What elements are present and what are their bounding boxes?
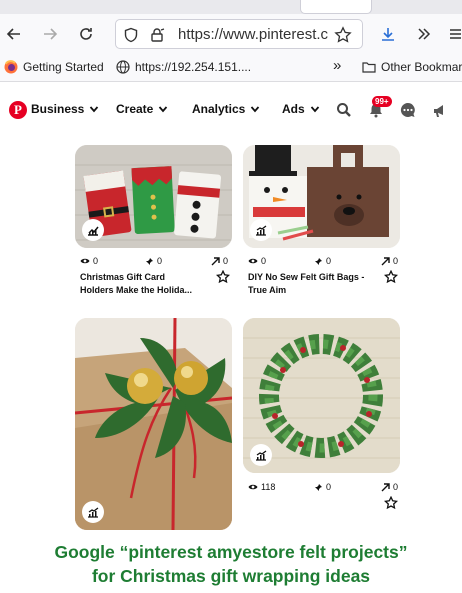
pin-title-line: Christmas Gift Card (80, 272, 166, 282)
pinterest-logo[interactable]: P (9, 101, 27, 119)
menu-label: Business (31, 102, 85, 116)
bookmark-label: Getting Started (23, 60, 104, 74)
analytics-chart-icon (256, 450, 267, 461)
pin-saves: 0 (314, 482, 331, 492)
favorite-star-icon[interactable] (384, 496, 398, 510)
overflow-chevron: » (333, 57, 342, 74)
caption-line: Google “pinterest amyestore felt project… (54, 542, 408, 562)
impressions-count: 0 (261, 256, 267, 266)
url-bar[interactable]: https://www.pinterest.c (115, 19, 363, 49)
eye-icon (248, 258, 258, 264)
pin-save-icon (315, 257, 322, 265)
pin-stats-button[interactable] (250, 219, 272, 241)
pin-title[interactable]: DIY No Sew Felt Gift Bags - True Aim (248, 271, 378, 297)
chevron-down-icon (159, 106, 168, 113)
saves-count: 0 (157, 256, 163, 266)
bookmark-label: Other Bookmar (381, 60, 462, 74)
caption-line: for Christmas gift wrapping ideas (91, 566, 371, 586)
bookmark-getting-started[interactable]: Getting Started (4, 60, 104, 74)
impressions-count: 118 (261, 482, 276, 492)
reload-icon[interactable] (74, 22, 98, 46)
saves-count: 0 (326, 482, 332, 492)
pin-title-line: DIY No Sew Felt Gift Bags - (248, 272, 365, 282)
chevron-down-icon (310, 106, 319, 113)
firefox-icon (4, 60, 18, 74)
chevron-down-icon (90, 106, 99, 113)
menu-label: Create (116, 102, 154, 116)
browser-toolbar: https://www.pinterest.c (0, 14, 462, 54)
chevron-down-icon (251, 106, 260, 113)
clicks-count: 0 (393, 482, 399, 492)
search-icon[interactable] (334, 100, 354, 120)
globe-icon (116, 60, 130, 74)
pin-title-line: True Aim (248, 285, 287, 295)
pin-saves: 0 (145, 256, 162, 266)
notifications-badge: 99+ (372, 96, 392, 107)
messages-icon[interactable] (398, 100, 418, 120)
pin-image[interactable] (243, 318, 400, 473)
caption-text: Google “pinterest amyestore felt project… (0, 540, 462, 588)
pin-image[interactable] (75, 145, 232, 248)
analytics-chart-icon (256, 225, 267, 236)
pin-outbound-clicks: 0 (381, 482, 398, 492)
pin-impressions: 0 (80, 256, 98, 266)
outbound-arrow-icon (381, 256, 390, 265)
pin-image[interactable] (243, 145, 400, 248)
forward-icon[interactable] (38, 22, 62, 46)
lock-icon[interactable] (148, 26, 166, 44)
impressions-count: 0 (93, 256, 99, 266)
url-text[interactable]: https://www.pinterest.c (178, 26, 328, 43)
tab-strip (0, 0, 462, 14)
menu-business[interactable]: Business (31, 102, 99, 116)
pinterest-nav: P Business Create Analytics Ads (0, 92, 462, 128)
bookmark-label: https://192.254.151.... (135, 60, 252, 74)
pin-save-icon (315, 483, 322, 491)
back-icon[interactable] (2, 22, 26, 46)
pin-stats-button[interactable] (82, 501, 104, 523)
pin-title-line: Holders Make the Holida... (80, 285, 193, 295)
pin-stats-button[interactable] (82, 219, 104, 241)
outbound-arrow-icon (211, 256, 220, 265)
bookmark-ip-address[interactable]: https://192.254.151.... (116, 60, 251, 74)
pin-impressions: 0 (248, 256, 266, 266)
menu-label: Ads (282, 102, 305, 116)
pin-stats-button[interactable] (250, 444, 272, 466)
pin-outbound-clicks: 0 (381, 256, 398, 266)
clicks-count: 0 (223, 256, 229, 266)
pin-outbound-clicks: 0 (211, 256, 228, 266)
pin-saves: 0 (314, 256, 331, 266)
menu-analytics[interactable]: Analytics (192, 102, 260, 116)
analytics-chart-icon (88, 507, 99, 518)
bookmark-other-folder[interactable]: Other Bookmar (362, 60, 462, 74)
saves-count: 0 (326, 256, 332, 266)
pin-impressions: 118 (248, 482, 275, 492)
extensions-overflow-icon[interactable] (412, 22, 436, 46)
kraft-gift-box-image (75, 318, 232, 530)
favorite-star-icon[interactable] (216, 270, 230, 284)
outbound-arrow-icon (381, 482, 390, 491)
eye-icon (80, 258, 90, 264)
pin-title[interactable]: Christmas Gift Card Holders Make the Hol… (80, 271, 215, 297)
menu-create[interactable]: Create (116, 102, 168, 116)
eye-icon (248, 484, 258, 490)
shield-icon[interactable] (122, 26, 140, 44)
menu-icon[interactable] (448, 22, 462, 46)
active-tab[interactable] (300, 0, 372, 14)
pin-save-icon (146, 257, 153, 265)
bookmark-star-icon[interactable] (334, 26, 352, 44)
menu-label: Analytics (192, 102, 246, 116)
clicks-count: 0 (393, 256, 399, 266)
menu-ads[interactable]: Ads (282, 102, 320, 116)
megaphone-icon[interactable] (430, 100, 450, 120)
bookmarks-overflow-button[interactable]: » (333, 57, 341, 74)
download-icon[interactable] (376, 22, 400, 46)
analytics-chart-icon (88, 226, 99, 236)
bookmarks-toolbar: Getting Started https://192.254.151.... … (0, 54, 462, 82)
folder-icon (362, 60, 376, 74)
favorite-star-icon[interactable] (384, 270, 398, 284)
pin-image[interactable] (75, 318, 232, 530)
